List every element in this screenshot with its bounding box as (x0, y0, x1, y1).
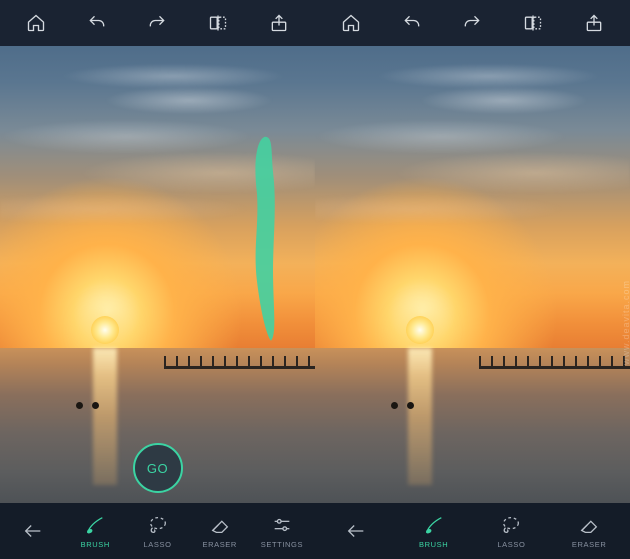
compare-button[interactable] (503, 0, 564, 46)
redo-button[interactable] (442, 0, 503, 46)
undo-icon (87, 13, 107, 33)
eraser-icon (578, 514, 600, 536)
tool-lasso-label: LASSO (497, 540, 525, 549)
eraser-icon (209, 514, 231, 536)
settings-icon (271, 514, 293, 536)
go-button-label: GO (147, 461, 168, 476)
right-pane: BRUSH LASSO ERASER (315, 0, 630, 559)
tool-lasso[interactable]: LASSO (473, 503, 551, 559)
undo-button[interactable] (67, 0, 128, 46)
compare-button[interactable] (188, 0, 249, 46)
back-arrow-icon (345, 520, 367, 542)
redo-icon (462, 13, 482, 33)
tool-eraser-label: ERASER (572, 540, 606, 549)
share-button[interactable] (563, 0, 624, 46)
canvas-result[interactable] (315, 46, 630, 503)
home-button[interactable] (321, 0, 382, 46)
top-toolbar (0, 0, 315, 46)
photo-preview-result (315, 46, 630, 503)
photo-preview (0, 46, 315, 503)
bottom-toolbar: BRUSH LASSO ERASER SETTINGS (0, 503, 315, 559)
lasso-icon (500, 514, 522, 536)
home-button[interactable] (6, 0, 67, 46)
tool-settings[interactable]: SETTINGS (251, 503, 313, 559)
compare-icon (208, 13, 228, 33)
lasso-icon (147, 514, 169, 536)
tool-brush-label: BRUSH (419, 540, 448, 549)
home-icon (26, 13, 46, 33)
tool-eraser[interactable]: ERASER (550, 503, 628, 559)
left-pane: GO BRUSH LASSO ERASER SETTINGS (0, 0, 315, 559)
back-button[interactable] (317, 503, 395, 559)
brush-icon (423, 514, 445, 536)
tool-brush[interactable]: BRUSH (395, 503, 473, 559)
tool-settings-label: SETTINGS (261, 540, 303, 549)
undo-button[interactable] (382, 0, 443, 46)
back-button[interactable] (2, 503, 64, 559)
share-icon (584, 13, 604, 33)
go-button[interactable]: GO (133, 443, 183, 493)
share-icon (269, 13, 289, 33)
redo-button[interactable] (127, 0, 188, 46)
brush-icon (84, 514, 106, 536)
share-button[interactable] (248, 0, 309, 46)
bottom-toolbar-right: BRUSH LASSO ERASER (315, 503, 630, 559)
app-container: GO BRUSH LASSO ERASER SETTINGS (0, 0, 630, 559)
compare-icon (523, 13, 543, 33)
tool-lasso[interactable]: LASSO (126, 503, 188, 559)
tool-eraser[interactable]: ERASER (189, 503, 251, 559)
tool-brush-label: BRUSH (81, 540, 110, 549)
tool-lasso-label: LASSO (144, 540, 172, 549)
tool-eraser-label: ERASER (202, 540, 236, 549)
top-toolbar-right (315, 0, 630, 46)
undo-icon (402, 13, 422, 33)
canvas[interactable]: GO (0, 46, 315, 503)
tool-brush[interactable]: BRUSH (64, 503, 126, 559)
home-icon (341, 13, 361, 33)
back-arrow-icon (22, 520, 44, 542)
redo-icon (147, 13, 167, 33)
